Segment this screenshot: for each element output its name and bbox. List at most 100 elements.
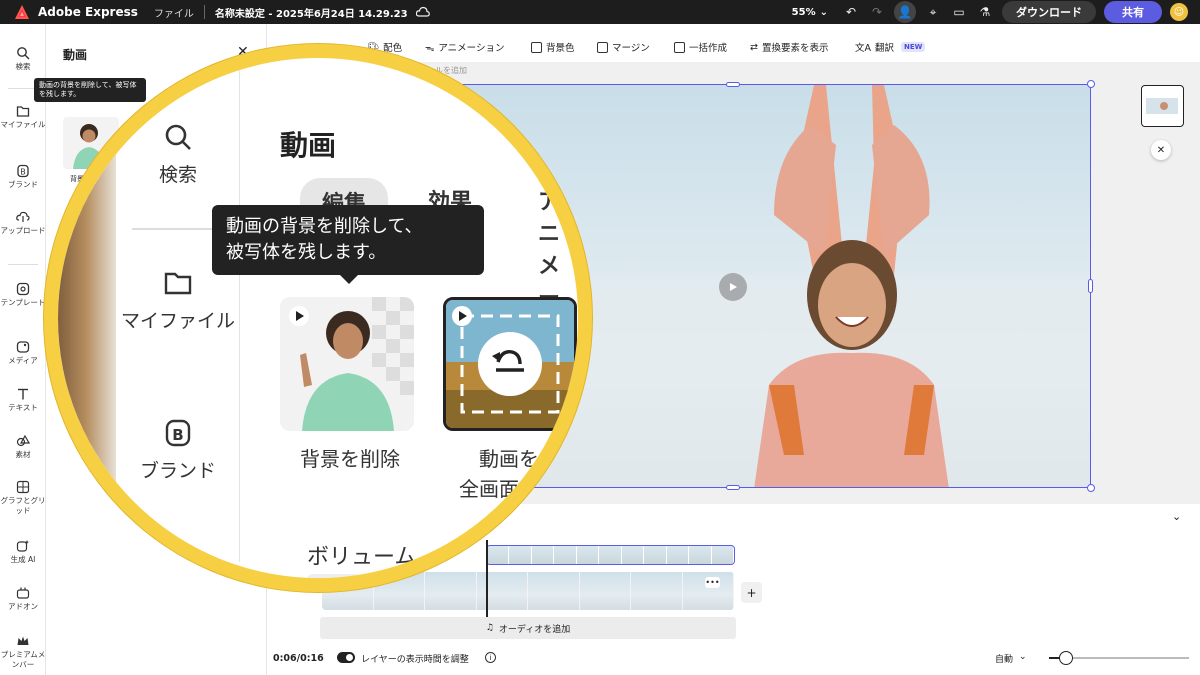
comment-icon[interactable]: ▭ — [950, 3, 968, 21]
rail-item-label: マイファイル — [0, 120, 46, 129]
info-icon[interactable]: i — [485, 652, 496, 663]
batch-create-button[interactable]: 一括作成 — [674, 40, 727, 54]
invite-user-icon[interactable]: 👤 — [894, 1, 916, 23]
play-button[interactable] — [719, 273, 747, 301]
chevron-down-icon[interactable]: ⌄ — [1172, 510, 1181, 523]
animation-button[interactable]: ᯓ アニメーション — [425, 40, 505, 55]
add-track-button[interactable]: + — [741, 582, 762, 603]
flask-icon[interactable]: ⚗ — [976, 3, 994, 21]
rail-item-templates[interactable]: テンプレート — [0, 282, 46, 308]
page-preview — [1146, 98, 1178, 114]
zoom-control[interactable]: 55% ⌄ — [792, 7, 828, 18]
addon-icon — [16, 587, 30, 599]
layer-duration-toggle[interactable] — [337, 652, 355, 663]
chevron-down-icon: ⌄ — [1019, 652, 1027, 662]
add-audio-label: オーディオを追加 — [498, 624, 571, 635]
rail-item-label: テンプレート — [0, 298, 46, 307]
rail-item-upload[interactable]: アップロード — [0, 210, 46, 236]
more-icon[interactable]: ••• — [705, 577, 720, 588]
resize-handle-bottom[interactable] — [726, 485, 740, 490]
brand-icon: B — [165, 419, 191, 447]
resize-handle-bottom-right[interactable] — [1087, 484, 1095, 492]
rail-item-media[interactable]: メディア — [0, 340, 46, 366]
replace-elements-button[interactable]: ⇄ 置換要素を表示 — [750, 40, 828, 55]
full-screen-video-card[interactable] — [443, 297, 577, 431]
folder-icon — [16, 106, 30, 117]
margin-icon — [597, 41, 608, 53]
cloud-icon[interactable] — [415, 6, 430, 18]
resize-handle-right[interactable] — [1088, 279, 1093, 293]
rail-item-label: アップロード — [0, 226, 46, 235]
rail-item-label: グラフとグリッド — [0, 496, 46, 516]
media-icon — [16, 341, 30, 353]
rail-item-addons[interactable]: アドオン — [0, 586, 46, 612]
remove-background-label: 背景を削除 — [300, 447, 400, 471]
search-icon — [17, 47, 30, 60]
search-icon — [165, 124, 191, 150]
magnifier-overlay: 検索 マイファイル B ブランド 動画 編集 効果 アニメーション 動画の背景を… — [44, 44, 592, 592]
svg-text:B: B — [172, 426, 183, 444]
music-note-icon: ♫ — [485, 623, 494, 633]
share-button[interactable]: 共有 — [1104, 1, 1162, 23]
svg-text:B: B — [20, 168, 26, 177]
adobe-express-logo[interactable] — [14, 4, 30, 20]
text-icon — [18, 388, 28, 400]
background-color-button[interactable]: 背景色 — [531, 40, 575, 54]
close-icon[interactable]: ✕ — [1151, 140, 1171, 160]
volume-label: ボリューム — [307, 545, 417, 570]
rail-item-elements[interactable]: 素材 — [0, 434, 46, 460]
top-bar-actions: 55% ⌄ ↶ ↷ 👤 ⌖ ▭ ⚗ ダウンロード 共有 ☺ — [792, 0, 1188, 24]
rail-item-search[interactable]: 検索 — [0, 46, 46, 72]
playback-time: 0:06/0:16 — [273, 653, 324, 664]
pin-icon[interactable]: ⌖ — [924, 3, 942, 21]
magnified-rail-search[interactable]: 検索 — [116, 122, 240, 190]
margin-button[interactable]: マージン — [597, 40, 650, 54]
magnified-rail-my-files[interactable]: マイファイル — [116, 268, 240, 336]
rail-item-label: アドオン — [8, 602, 38, 611]
replace-icon: ⇄ — [750, 41, 758, 53]
person-thumbnail — [280, 297, 414, 431]
volume-button[interactable] — [307, 574, 362, 578]
elements-icon — [16, 434, 30, 447]
resize-handle-top-right[interactable] — [1087, 80, 1095, 88]
rail-item-my-files[interactable]: マイファイル — [0, 104, 46, 130]
page-thumbnail[interactable] — [1141, 85, 1184, 127]
slider-knob[interactable] — [1059, 651, 1073, 665]
rail-item-brand[interactable]: B ブランド — [0, 164, 46, 190]
template-icon — [16, 282, 30, 296]
document-title[interactable]: 名称未設定 - 2025年6月24日 14.29.23 — [215, 5, 408, 20]
resize-handle-top[interactable] — [726, 82, 740, 87]
rail-item-label: 検索 — [15, 62, 31, 71]
avatar[interactable]: ☺ — [1170, 3, 1188, 21]
full-screen-video-label: 動画を 全画面表示 — [459, 447, 559, 501]
app-name: Adobe Express — [38, 5, 138, 19]
divider — [8, 264, 38, 265]
rail-item-label: 素材 — [15, 450, 31, 459]
layer-duration-label: レイヤーの表示時間を調整 — [361, 655, 469, 665]
rail-item-label: メディア — [8, 356, 38, 365]
animation-icon: ᯓ — [425, 42, 435, 54]
redo-icon[interactable]: ↷ — [868, 3, 886, 21]
magnified-panel-title: 動画 — [280, 129, 337, 162]
top-bar: Adobe Express ファイル 名称未設定 - 2025年6月24日 14… — [0, 0, 1200, 24]
download-button[interactable]: ダウンロード — [1002, 1, 1096, 23]
square-icon — [531, 41, 542, 53]
rail-item-text[interactable]: テキスト — [0, 387, 46, 413]
rail-item-grids[interactable]: グラフとグリッド — [0, 480, 46, 516]
timeline-scale-select[interactable]: 自動 ⌄ — [995, 652, 1027, 665]
file-menu[interactable]: ファイル — [154, 5, 194, 20]
ai-icon — [16, 540, 29, 552]
new-badge: NEW — [901, 42, 926, 52]
remove-background-card[interactable] — [280, 297, 414, 431]
rail-item-generative-ai[interactable]: 生成 AI — [0, 539, 46, 565]
add-audio-button[interactable]: ♫ オーディオを追加 — [320, 617, 736, 639]
upload-icon — [16, 211, 30, 222]
magnified-rail-brand[interactable]: B ブランド — [116, 418, 240, 486]
divider — [203, 5, 205, 19]
brand-icon: B — [17, 164, 29, 178]
zoom-level: 55% — [791, 6, 816, 18]
rail-item-premium[interactable]: プレミアムメンバー — [0, 634, 46, 670]
undo-icon[interactable]: ↶ — [842, 3, 860, 21]
translate-button[interactable]: 文A 翻訳 NEW — [855, 40, 926, 54]
left-rail: 検索 マイファイル B ブランド アップロード テンプレート メディア テキスト… — [0, 24, 46, 675]
